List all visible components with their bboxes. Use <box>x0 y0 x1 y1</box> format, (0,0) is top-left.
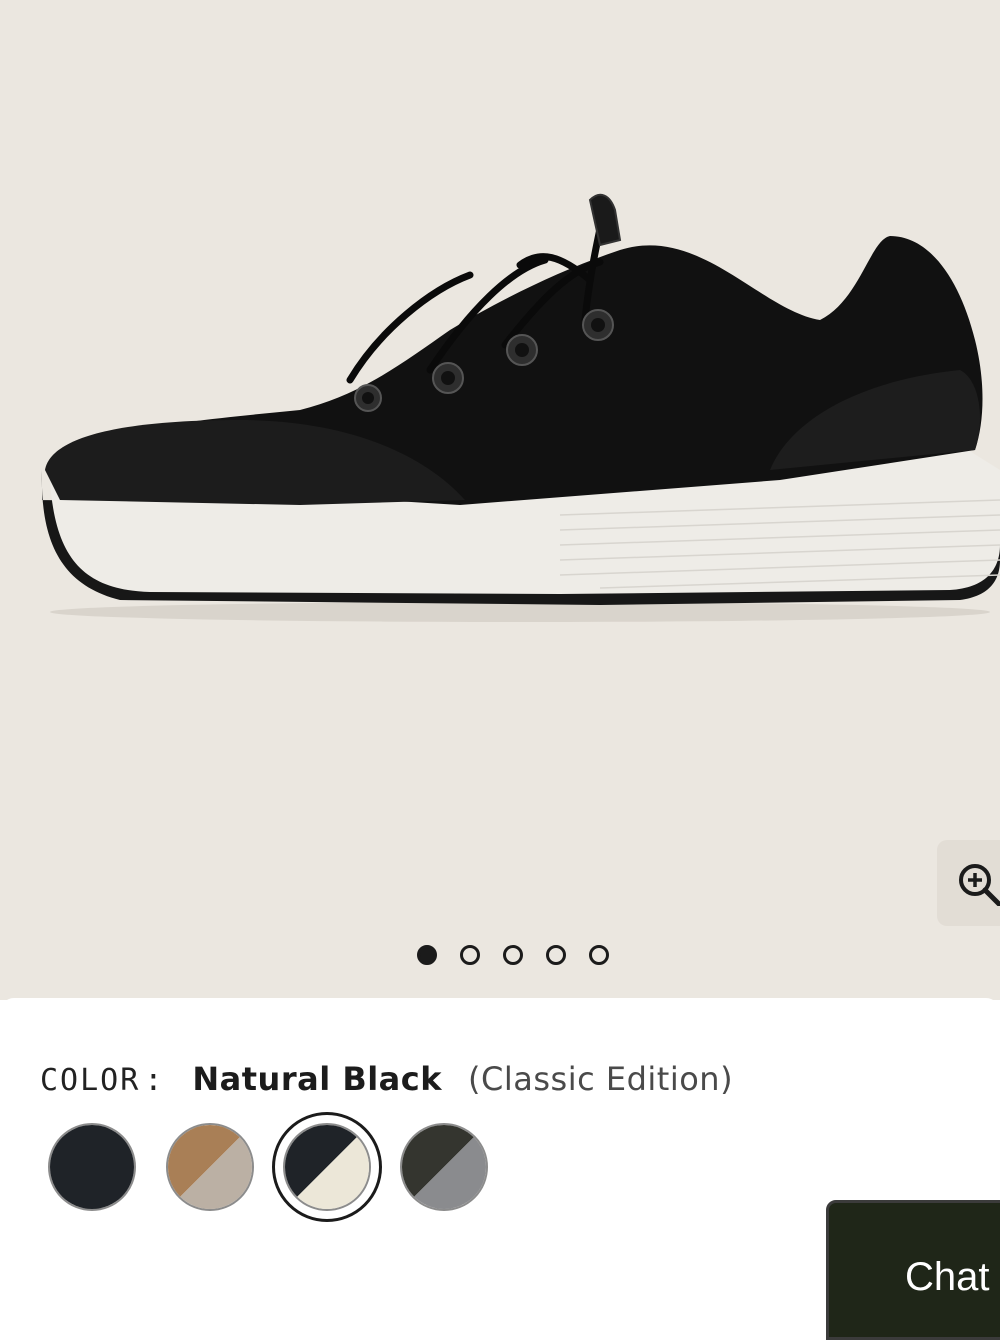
color-swatch-3-selected[interactable] <box>283 1123 371 1211</box>
sneaker-side-view-image <box>41 193 1000 622</box>
carousel-pagination <box>417 945 609 965</box>
color-selector-header: COLOR : Natural Black (Classic Edition) <box>40 1060 733 1102</box>
chat-button[interactable]: Chat <box>826 1200 1000 1340</box>
carousel-dot[interactable] <box>460 945 480 965</box>
color-swatch-4[interactable] <box>400 1123 488 1211</box>
selected-color-edition: (Classic Edition) <box>468 1060 734 1098</box>
product-image-gallery[interactable] <box>0 0 1000 1000</box>
chat-label: Chat <box>905 1255 990 1299</box>
carousel-dot[interactable] <box>503 945 523 965</box>
color-swatch-1[interactable] <box>48 1123 136 1211</box>
zoom-button[interactable] <box>937 840 1000 926</box>
color-label-separator: : <box>144 1063 163 1098</box>
selected-color-name: Natural Black <box>192 1060 443 1098</box>
color-label: COLOR <box>40 1063 141 1098</box>
carousel-dot[interactable] <box>546 945 566 965</box>
carousel-dot[interactable] <box>417 945 437 965</box>
color-swatch-2[interactable] <box>166 1123 254 1211</box>
carousel-dot[interactable] <box>589 945 609 965</box>
zoom-in-icon <box>959 864 1000 906</box>
